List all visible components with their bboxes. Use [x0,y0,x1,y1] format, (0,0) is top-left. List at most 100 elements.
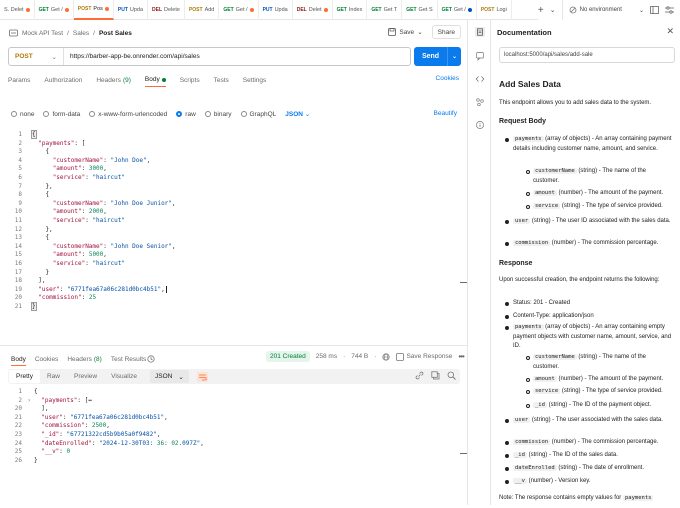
line-number: 3 [18,148,22,156]
tab-overflow-icon[interactable]: ⌄ [550,6,556,14]
response-time[interactable]: 258 ms [316,353,337,360]
request-tab[interactable]: GET Get / [438,0,477,20]
breadcrumb-request[interactable]: Post Sales [99,30,132,37]
request-tab[interactable]: GET Get S [402,0,438,20]
chevron-down-icon[interactable]: ⌄ [447,47,461,66]
new-tab-icon[interactable]: + [538,5,544,16]
info-icon[interactable] [475,120,485,130]
documentation-url[interactable]: localhost:5000/api/sales/add-sale [499,47,675,63]
settings-sliders-icon[interactable] [665,6,674,14]
body-type-graphql[interactable]: GraphQL [240,111,276,118]
response-pane: Body Cookies Headers (8) Test Results 201 Cr… [0,345,468,464]
history-icon[interactable] [147,355,155,363]
request-tab[interactable]: DEL Delet [293,0,333,20]
body-type-x-www-form-urlencoded[interactable]: x-www-form-urlencoded [89,111,167,118]
response-body-viewer[interactable]: 1 {2 › "payments": [↔ 20 ], 21 "user": "6771… [8,388,462,508]
environment-selector[interactable]: No environment ⌄ [561,0,644,20]
body-type-form-data[interactable]: form-data [43,111,80,118]
link-icon[interactable] [415,371,424,380]
beautify-link[interactable]: Beautify [434,110,458,117]
save-button[interactable]: Save ⌄ [383,25,428,39]
request-tab[interactable]: GET Get / [219,0,259,20]
code-dateenrolled: dateEnrolled [513,465,557,471]
response-tab-body[interactable]: Body [11,353,26,366]
radio-label: x-www-form-urlencoded [98,110,168,118]
tab-tests[interactable]: Tests [214,73,229,87]
request-tab[interactable]: POST Logi [477,0,512,20]
send-button[interactable]: Send ⌄ [414,47,461,66]
code-line: "service": "haircut" [52,217,125,224]
response-size[interactable]: 744 B [351,353,368,360]
save-response-button[interactable]: Save Response [396,352,452,361]
view-mode-pretty[interactable]: Pretty [9,370,40,383]
doc-response-intro: Upon successful creation, the endpoint r… [499,277,660,283]
url-input[interactable]: https://barber-app-be.onrender.com/api/s… [64,53,200,60]
code-user: user [513,417,531,423]
method-selector[interactable]: POST ⌄ [9,48,64,65]
view-mode-visualize[interactable]: Visualize [104,370,144,383]
view-mode-raw[interactable]: Raw [40,370,67,383]
tab-label: S. Delet [4,6,24,13]
breadcrumb-folder[interactable]: Sales [73,30,89,37]
request-tab[interactable]: GET Index [333,0,368,20]
view-mode-preview[interactable]: Preview [67,370,104,383]
response-tabs: Body Cookies Headers (8) Test Results [11,353,146,366]
note-text: Note: The response contains empty values… [499,495,622,501]
line-number: 20 [14,405,22,413]
chevron-down-icon: ⌄ [51,53,57,61]
request-tab[interactable]: PUT Upda [114,0,149,20]
tab-settings[interactable]: Settings [243,73,267,87]
close-icon[interactable]: ✕ [666,26,674,37]
cookies-link[interactable]: Cookies [436,75,459,82]
request-tab[interactable]: DEL Delete [148,0,185,20]
breadcrumb-workspace[interactable]: Mock API Test [22,30,63,37]
share-button[interactable]: Share [431,25,461,39]
comments-icon[interactable] [475,51,485,61]
tab-params[interactable]: Params [8,73,30,87]
code-line: ], [34,405,49,413]
body-type-none[interactable]: none [11,111,34,118]
environment-quick-look-icon[interactable] [650,6,659,14]
code-line: "_id": "67721322cd5b9b05a0f9482", [41,431,161,438]
tab-label: Body [11,355,26,363]
status-badge[interactable]: 201 Created [266,351,310,362]
body-type-binary[interactable]: binary [204,111,232,118]
wrap-lines-icon[interactable] [196,371,208,382]
scrollbar-handle[interactable] [460,453,467,454]
scrollbar-handle[interactable] [460,282,467,283]
documentation-icon[interactable] [475,27,485,37]
request-tab[interactable]: PUT Upda [259,0,293,20]
request-body-editor[interactable]: 1 {2 "payments": [3 {4 "customerName": "J… [8,129,462,339]
response-tab-cookies[interactable]: Cookies [35,353,58,366]
request-tab[interactable]: GET Get / [35,0,74,20]
unsaved-dot [64,7,69,12]
related-collections-icon[interactable] [475,97,485,107]
response-tab-test-results[interactable]: Test Results [111,353,146,366]
globe-icon[interactable] [382,352,391,361]
tab-authorization[interactable]: Authorization [44,73,82,87]
tab-headers[interactable]: Headers (9) [96,73,131,87]
copy-icon[interactable] [431,371,440,380]
unsaved-dot [25,7,30,12]
request-tab[interactable]: S. Delet [0,0,35,20]
tab-body[interactable]: Body [144,73,166,87]
response-format-select[interactable]: JSON ⌄ [150,370,189,383]
code-icon[interactable] [475,74,485,84]
more-options-icon[interactable]: ••• [458,352,464,361]
radio-label: none [20,110,35,118]
request-tab[interactable]: POST Add [185,0,220,20]
r-service-desc: (string) - The type of service provided. [561,388,663,394]
request-tab[interactable]: POST Pos [73,0,114,20]
response-tab-headers[interactable]: Headers (8) [67,353,102,366]
code-line: "amount": 2000, [52,208,107,216]
tab-scripts[interactable]: Scripts [180,73,200,87]
request-tab[interactable]: GET Get T [367,0,403,20]
search-icon[interactable] [447,371,456,380]
code-payments: payments [513,324,544,330]
tab-label: Get / [235,6,248,13]
fold-toggle-icon[interactable]: › [25,397,31,404]
doc-content-type-item: Content-Type: application/json [513,313,594,319]
body-format-select[interactable]: JSON ⌄ [285,110,310,118]
body-type-raw[interactable]: raw [176,111,196,118]
code-line: "commission": 25 [38,294,97,302]
